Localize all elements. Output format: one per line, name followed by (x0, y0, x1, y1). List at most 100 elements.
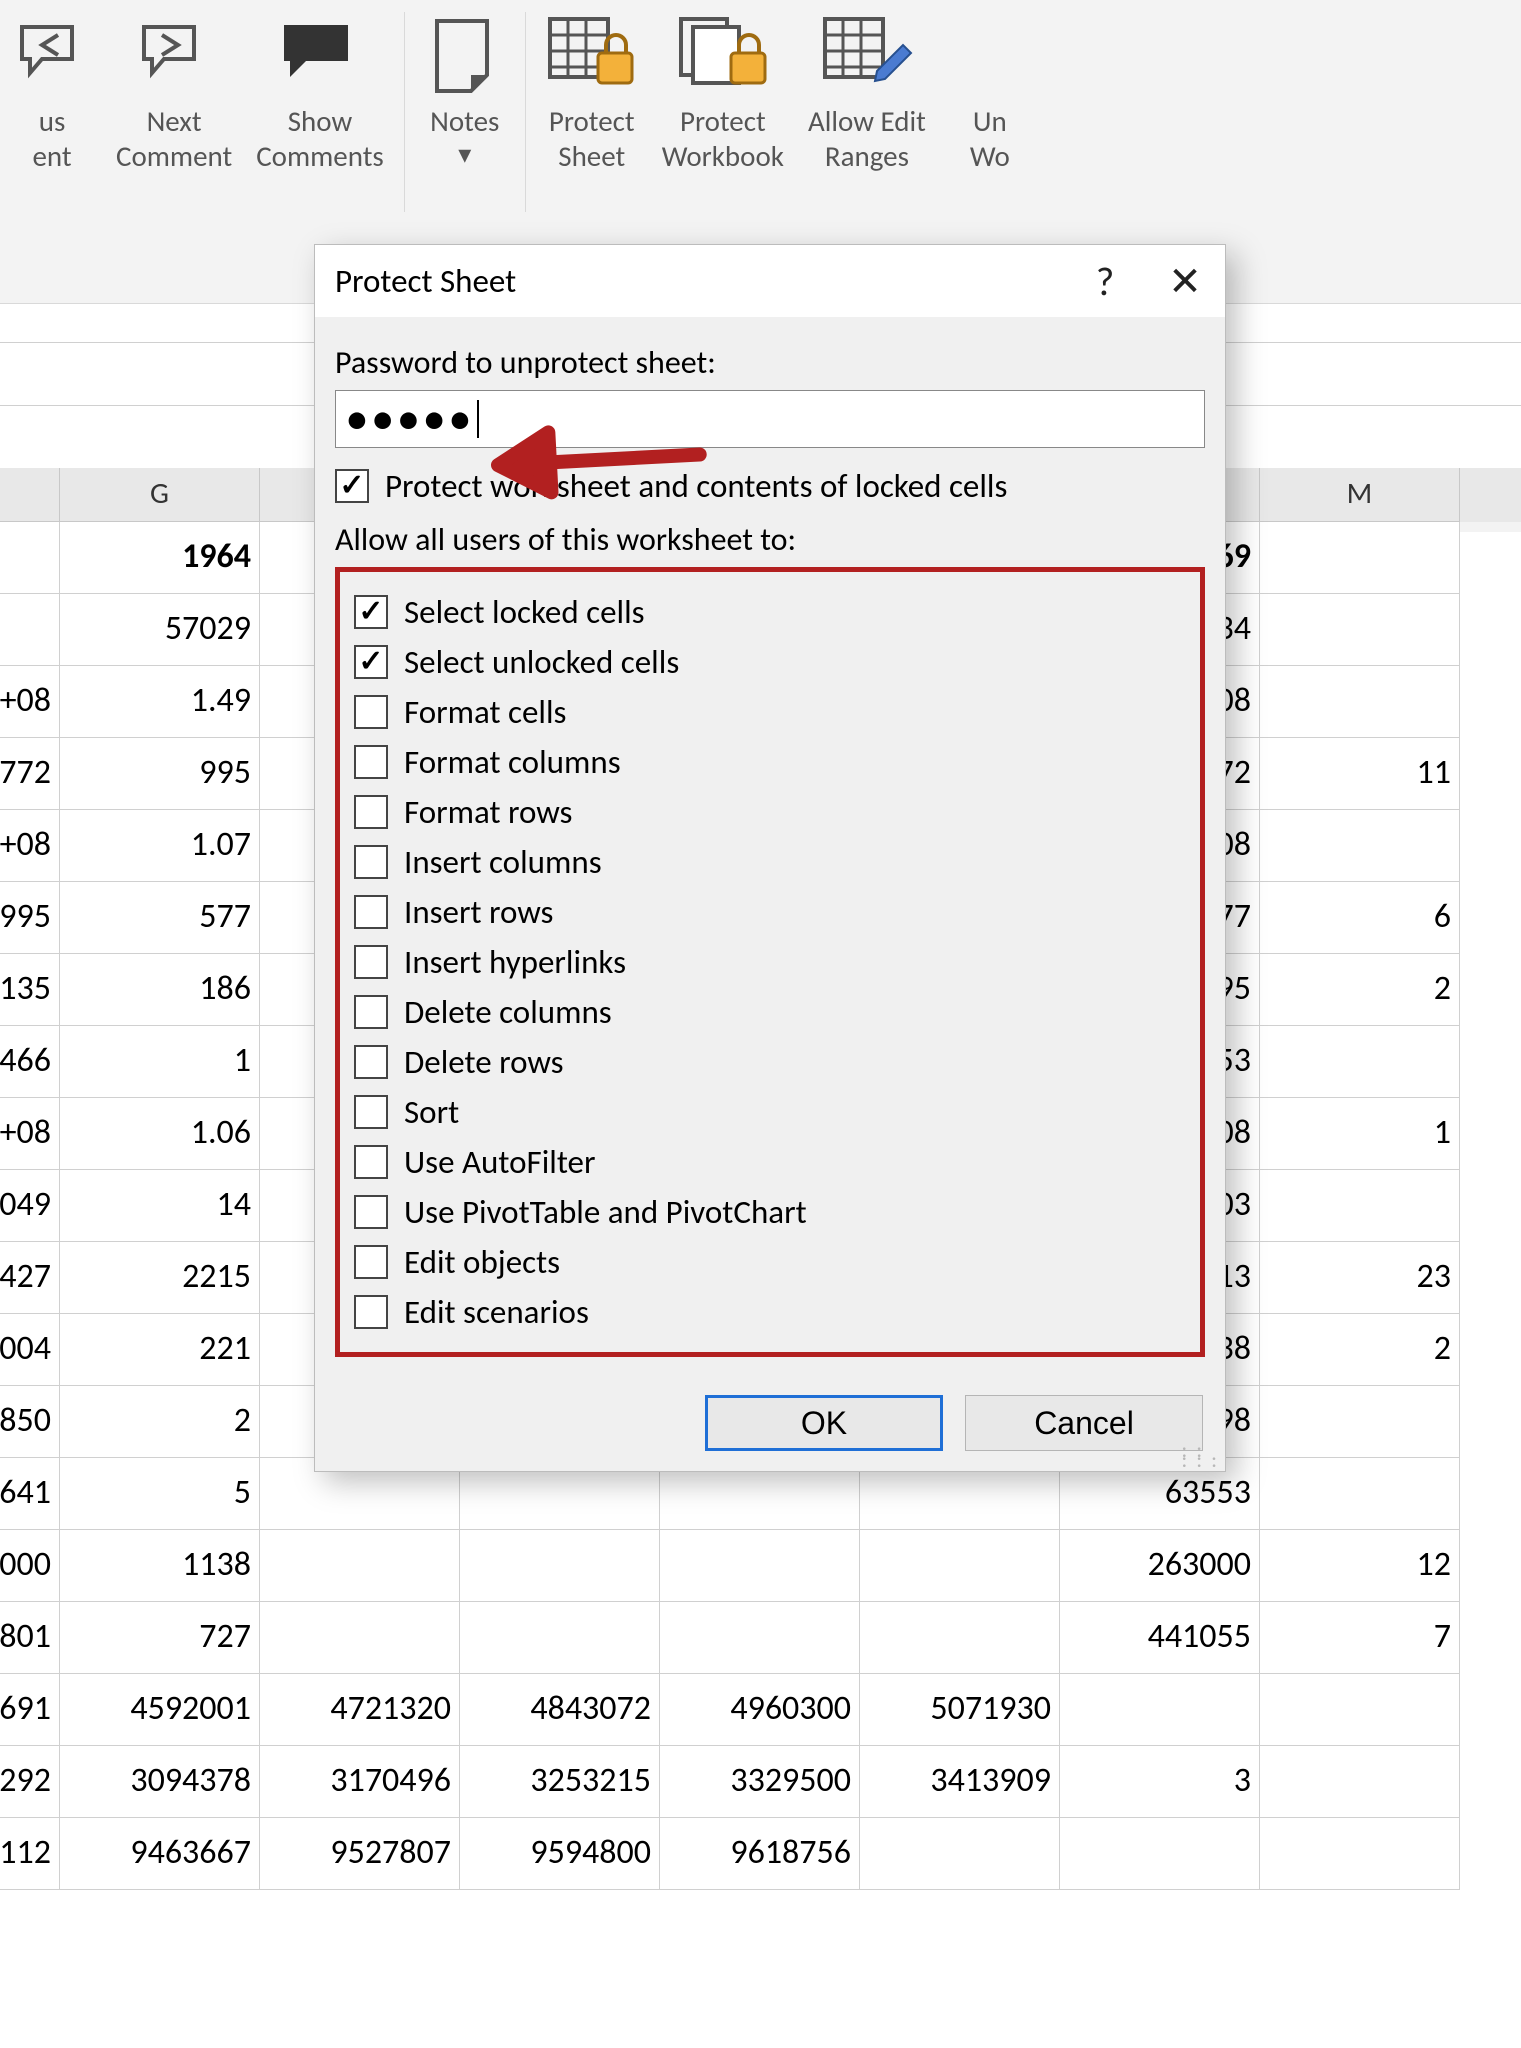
cell[interactable] (460, 1530, 660, 1602)
cell[interactable] (1260, 1170, 1460, 1242)
ribbon-unshare-button[interactable]: UnWo (938, 8, 1042, 218)
cell[interactable] (1260, 594, 1460, 666)
cell[interactable]: 221 (60, 1314, 260, 1386)
cell[interactable]: 7223801 (0, 1602, 60, 1674)
cell[interactable]: 186 (60, 954, 260, 1026)
cell[interactable]: 138049 (0, 1170, 60, 1242)
ribbon-notes-button[interactable]: Notes▾ (413, 8, 517, 218)
cell[interactable]: 9744772 (0, 738, 60, 810)
cell[interactable]: 5071930 (860, 1674, 1060, 1746)
permission-checkbox[interactable] (354, 1195, 388, 1229)
cell[interactable]: 6 (1260, 882, 1460, 954)
cell[interactable]: 1.05E+08 (0, 810, 60, 882)
cell[interactable] (860, 1602, 1060, 1674)
cell[interactable]: 3413909 (860, 1746, 1060, 1818)
cell[interactable]: 1.49 (60, 666, 260, 738)
cell[interactable]: 577 (60, 882, 260, 954)
cell[interactable]: 3094378 (60, 1746, 260, 1818)
cell[interactable]: 4456691 (0, 1674, 60, 1746)
cell[interactable]: 9594800 (460, 1818, 660, 1890)
close-button[interactable]: ✕ (1145, 249, 1225, 313)
cell[interactable]: 4721320 (260, 1674, 460, 1746)
cell[interactable] (1260, 810, 1460, 882)
cell[interactable] (1260, 1818, 1460, 1890)
permission-checkbox[interactable] (354, 1245, 388, 1279)
cell[interactable] (660, 1602, 860, 1674)
permission-checkbox[interactable] (354, 745, 388, 779)
cell[interactable]: 57641 (0, 1458, 60, 1530)
cell[interactable]: 9378112 (0, 1818, 60, 1890)
cell[interactable]: 5 (60, 1458, 260, 1530)
help-button[interactable]: ? (1065, 249, 1145, 313)
cell[interactable]: 1167000 (0, 1530, 60, 1602)
cell[interactable]: 1.45E+08 (0, 666, 60, 738)
cell[interactable] (0, 594, 60, 666)
cell[interactable]: 17466 (0, 1026, 60, 1098)
cell[interactable]: 57029 (60, 594, 260, 666)
cell[interactable] (860, 1818, 1060, 1890)
cell[interactable]: 2 (1260, 1314, 1460, 1386)
cell[interactable] (1260, 522, 1460, 594)
permission-checkbox[interactable] (354, 1295, 388, 1329)
cell[interactable] (1260, 1458, 1460, 1530)
cell[interactable] (860, 1530, 1060, 1602)
permission-checkbox[interactable] (354, 845, 388, 879)
cell[interactable] (1260, 1746, 1460, 1818)
cell[interactable]: 263000 (1060, 1530, 1260, 1602)
permission-checkbox[interactable] (354, 895, 388, 929)
cell[interactable]: 995 (60, 738, 260, 810)
cell[interactable]: 1.07 (60, 810, 260, 882)
cell[interactable]: 3329500 (660, 1746, 860, 1818)
cell[interactable]: 2215 (60, 1242, 260, 1314)
cell[interactable] (260, 1602, 460, 1674)
cell[interactable] (260, 1530, 460, 1602)
ribbon-allow-edit-button[interactable]: Allow EditRanges (796, 8, 938, 218)
cell[interactable]: 3 (1060, 1746, 1260, 1818)
cell[interactable] (460, 1602, 660, 1674)
cell[interactable]: 7 (1260, 1602, 1460, 1674)
cell[interactable]: 2 (1260, 954, 1460, 1026)
ribbon-prev-comment-button[interactable]: usent (0, 8, 104, 218)
cell[interactable]: 22850 (0, 1386, 60, 1458)
resize-grip-icon[interactable]: : :: : : (1181, 1445, 1219, 1465)
ribbon-show-comments-button[interactable]: ShowComments (244, 8, 396, 218)
permission-checkbox[interactable] (354, 945, 388, 979)
cell[interactable]: 23 (1260, 1242, 1460, 1314)
cell[interactable]: 3253215 (460, 1746, 660, 1818)
cell[interactable] (1260, 666, 1460, 738)
column-header[interactable]: F (0, 468, 60, 522)
ok-button[interactable]: OK (705, 1395, 943, 1451)
cancel-button[interactable]: Cancel (965, 1395, 1203, 1451)
cell[interactable] (1060, 1818, 1260, 1890)
ribbon-next-comment-button[interactable]: NextComment (104, 8, 244, 218)
cell[interactable]: 12 (1260, 1530, 1460, 1602)
permission-checkbox[interactable] (354, 1045, 388, 1079)
cell[interactable]: 9527807 (260, 1818, 460, 1890)
column-header[interactable]: G (60, 468, 260, 522)
cell[interactable]: 11 (1260, 738, 1460, 810)
cell[interactable] (660, 1530, 860, 1602)
cell[interactable]: 9463667 (60, 1818, 260, 1890)
permission-checkbox[interactable] (354, 795, 388, 829)
permission-checkbox[interactable] (354, 1145, 388, 1179)
cell[interactable]: 9618756 (660, 1818, 860, 1890)
ribbon-protect-sheet-button[interactable]: ProtectSheet (534, 8, 650, 218)
permission-checkbox[interactable] (354, 695, 388, 729)
cell[interactable]: 1.06 (60, 1098, 260, 1170)
permission-checkbox[interactable] (354, 995, 388, 1029)
cell[interactable]: 1964 (60, 522, 260, 594)
ribbon-protect-wb-button[interactable]: ProtectWorkbook (650, 8, 796, 218)
cell[interactable]: 1824427 (0, 1242, 60, 1314)
cell[interactable]: 1138 (60, 1530, 260, 1602)
password-input[interactable]: ●●●●● (335, 390, 1205, 448)
permission-checkbox[interactable] (354, 1095, 388, 1129)
cell[interactable]: 4843072 (460, 1674, 660, 1746)
permission-checkbox[interactable] (354, 645, 388, 679)
column-header[interactable]: M (1260, 468, 1460, 522)
cell[interactable]: 1 (60, 1026, 260, 1098)
cell[interactable]: 2 (60, 1386, 260, 1458)
cell[interactable]: 1.03E+08 (0, 1098, 60, 1170)
cell[interactable]: 4592001 (60, 1674, 260, 1746)
protect-worksheet-checkbox[interactable] (335, 469, 369, 503)
cell[interactable]: 441055 (1060, 1602, 1260, 1674)
